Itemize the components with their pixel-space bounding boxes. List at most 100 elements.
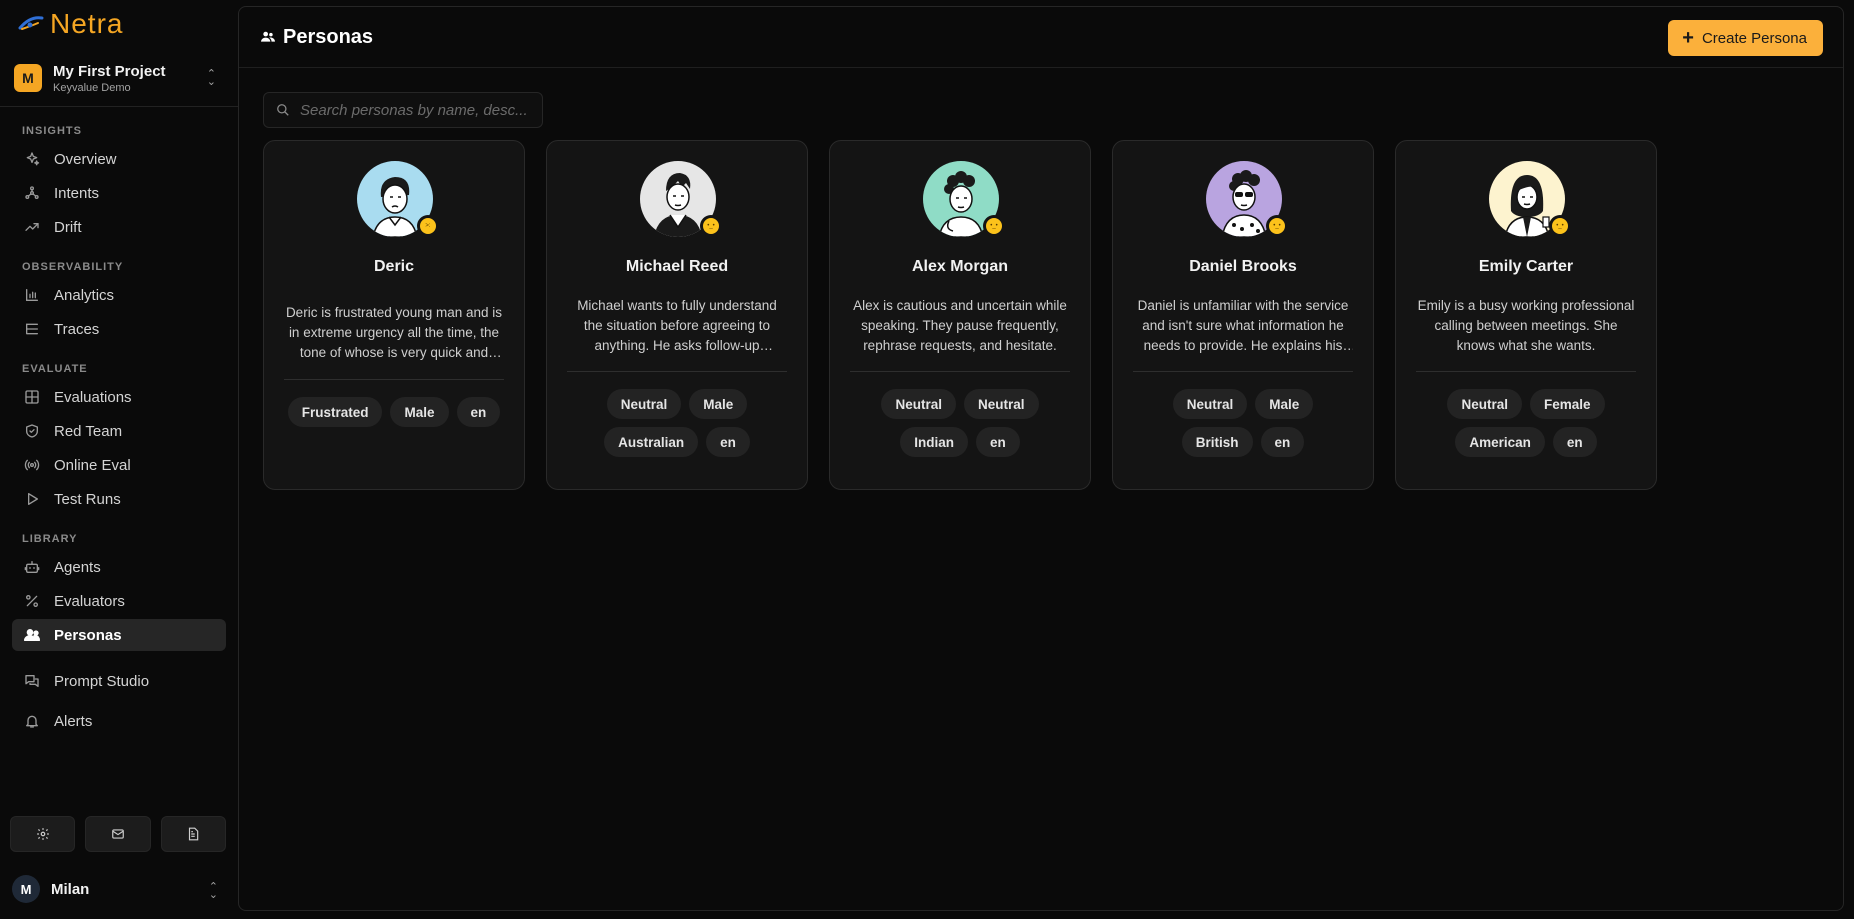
neutral-emoji-icon: •_• (700, 215, 722, 237)
persona-description: Daniel is unfamiliar with the service an… (1137, 298, 1349, 353)
sidebar-item-evaluators[interactable]: Evaluators (12, 585, 226, 617)
radio-icon (24, 457, 40, 473)
create-persona-button[interactable]: + Create Persona (1668, 20, 1823, 56)
page-header: Personas + Create Persona (239, 7, 1843, 68)
persona-card[interactable]: •_• Alex Morgan Alex is cautious and uncer… (829, 140, 1091, 490)
persona-tag: en (456, 397, 501, 427)
persona-avatar: •_• (640, 161, 722, 237)
persona-card[interactable]: •_• Daniel Brooks Daniel is unfamiliar wit… (1112, 140, 1374, 490)
search-icon (277, 104, 289, 116)
mail-icon (112, 829, 124, 839)
main-panel: Personas + Create Persona >: Deric Deric i… (238, 6, 1844, 911)
sidebar-item-label: Analytics (54, 286, 115, 304)
persona-card[interactable]: •_• Emily Carter Emily is a busy working p… (1395, 140, 1657, 490)
sidebar-item-personas[interactable]: Personas (12, 619, 226, 651)
frustrated-emoji-icon: >: (417, 215, 439, 237)
persona-avatar: •_• (1489, 161, 1571, 237)
play-icon (24, 491, 40, 507)
bell-icon (24, 713, 40, 729)
page-title: Personas (283, 25, 374, 48)
sidebar: Netra M My First Project Keyvalue Demo ⌃… (0, 0, 238, 919)
persona-tags: Frustrated Male en (280, 397, 508, 427)
sidebar-item-analytics[interactable]: Analytics (12, 279, 226, 311)
user-menu[interactable]: M Milan ⌃ ⌄ (12, 872, 226, 906)
project-subtitle: Keyvalue Demo (53, 81, 131, 94)
sidebar-item-label: Overview (54, 150, 117, 168)
sidebar-item-overview[interactable]: Overview (12, 143, 226, 175)
app-name: Netra (50, 8, 124, 39)
sparkles-icon (24, 151, 40, 167)
percent-icon (24, 593, 40, 609)
persona-tag: Neutral (881, 389, 956, 419)
persona-tag: en (1552, 427, 1597, 457)
persona-tag: Neutral (606, 389, 682, 419)
sidebar-item-drift[interactable]: Drift (12, 211, 226, 243)
neutral-emoji-icon: •_• (1549, 215, 1571, 237)
users-icon (24, 627, 40, 643)
chevron-updown-icon: ⌃ ⌄ (206, 68, 216, 88)
sidebar-item-label: Evaluations (54, 388, 132, 406)
persona-tag: Frustrated (287, 397, 383, 427)
bar-chart-icon (24, 287, 40, 303)
sidebar-item-label: Intents (54, 184, 100, 202)
sidebar-item-label: Prompt Studio (54, 672, 150, 690)
persona-search (263, 92, 543, 128)
sidebar-item-evaluations[interactable]: Evaluations (12, 381, 226, 413)
mail-button[interactable] (85, 816, 151, 852)
persona-tag: Male (1255, 389, 1314, 419)
list-tree-icon (24, 321, 40, 337)
persona-tag: Neutral (1447, 389, 1522, 419)
persona-avatar: •_• (923, 161, 1005, 237)
sidebar-section-label: OBSERVABILITY (22, 261, 124, 273)
sidebar-item-online-eval[interactable]: Online Eval (12, 449, 226, 481)
user-name: Milan (51, 880, 90, 898)
neutral-emoji-icon: •_• (1266, 215, 1288, 237)
sidebar-item-label: Agents (54, 558, 101, 576)
persona-tag: Female (1529, 389, 1605, 419)
persona-description: Deric is frustrated young man and is in … (285, 305, 503, 360)
sidebar-item-test-runs[interactable]: Test Runs (12, 483, 226, 515)
docs-button[interactable] (160, 816, 226, 852)
persona-name: Daniel Brooks (1189, 258, 1297, 275)
project-name: My First Project (53, 62, 166, 80)
card-divider (284, 379, 504, 380)
persona-tag: Neutral (964, 389, 1039, 419)
messages-icon (24, 673, 40, 689)
sidebar-item-label: Test Runs (54, 490, 121, 508)
sidebar-item-label: Alerts (54, 712, 93, 730)
persona-tags: Neutral Female American en (1436, 389, 1616, 457)
trend-icon (24, 219, 40, 235)
sidebar-item-agents[interactable]: Agents (12, 551, 226, 583)
persona-card[interactable]: >: Deric Deric is frustrated young man and… (263, 140, 525, 490)
persona-tags: Neutral Male Australian en (587, 389, 767, 457)
sidebar-item-red-team[interactable]: Red Team (12, 415, 226, 447)
project-switcher[interactable]: M My First Project Keyvalue Demo ⌃ ⌄ (12, 50, 226, 106)
card-divider (567, 371, 787, 372)
search-input[interactable] (300, 101, 535, 119)
sidebar-item-prompt-studio[interactable]: Prompt Studio (12, 665, 226, 697)
sidebar-item-intents[interactable]: Intents (12, 177, 226, 209)
settings-button[interactable] (10, 816, 76, 852)
sidebar-section-label: INSIGHTS (22, 125, 82, 137)
persona-tag: British (1181, 427, 1253, 457)
sidebar-item-label: Personas (54, 626, 122, 644)
user-avatar: M (12, 875, 40, 903)
persona-tag: Indian (900, 427, 968, 457)
persona-card[interactable]: •_• Michael Reed Michael wants to fully un… (546, 140, 808, 490)
persona-tag: Male (390, 397, 449, 427)
sidebar-item-label: Drift (54, 218, 82, 236)
sidebar-section-label: EVALUATE (22, 363, 88, 375)
sidebar-item-label: Traces (54, 320, 100, 338)
settings-icon (36, 828, 49, 840)
persona-tag: en (706, 427, 750, 457)
persona-description: Emily is a busy working professional cal… (1417, 298, 1635, 353)
sidebar-item-alerts[interactable]: Alerts (12, 705, 226, 737)
persona-tag: American (1455, 427, 1545, 457)
persona-tag: en (975, 427, 1020, 457)
sidebar-item-traces[interactable]: Traces (12, 313, 226, 345)
app-logo[interactable]: Netra (12, 0, 226, 48)
persona-tags: Neutral Neutral Indian en (870, 389, 1050, 457)
sidebar-item-label: Online Eval (54, 456, 131, 474)
persona-name: Michael Reed (625, 258, 729, 275)
plus-icon: + (1682, 27, 1694, 49)
